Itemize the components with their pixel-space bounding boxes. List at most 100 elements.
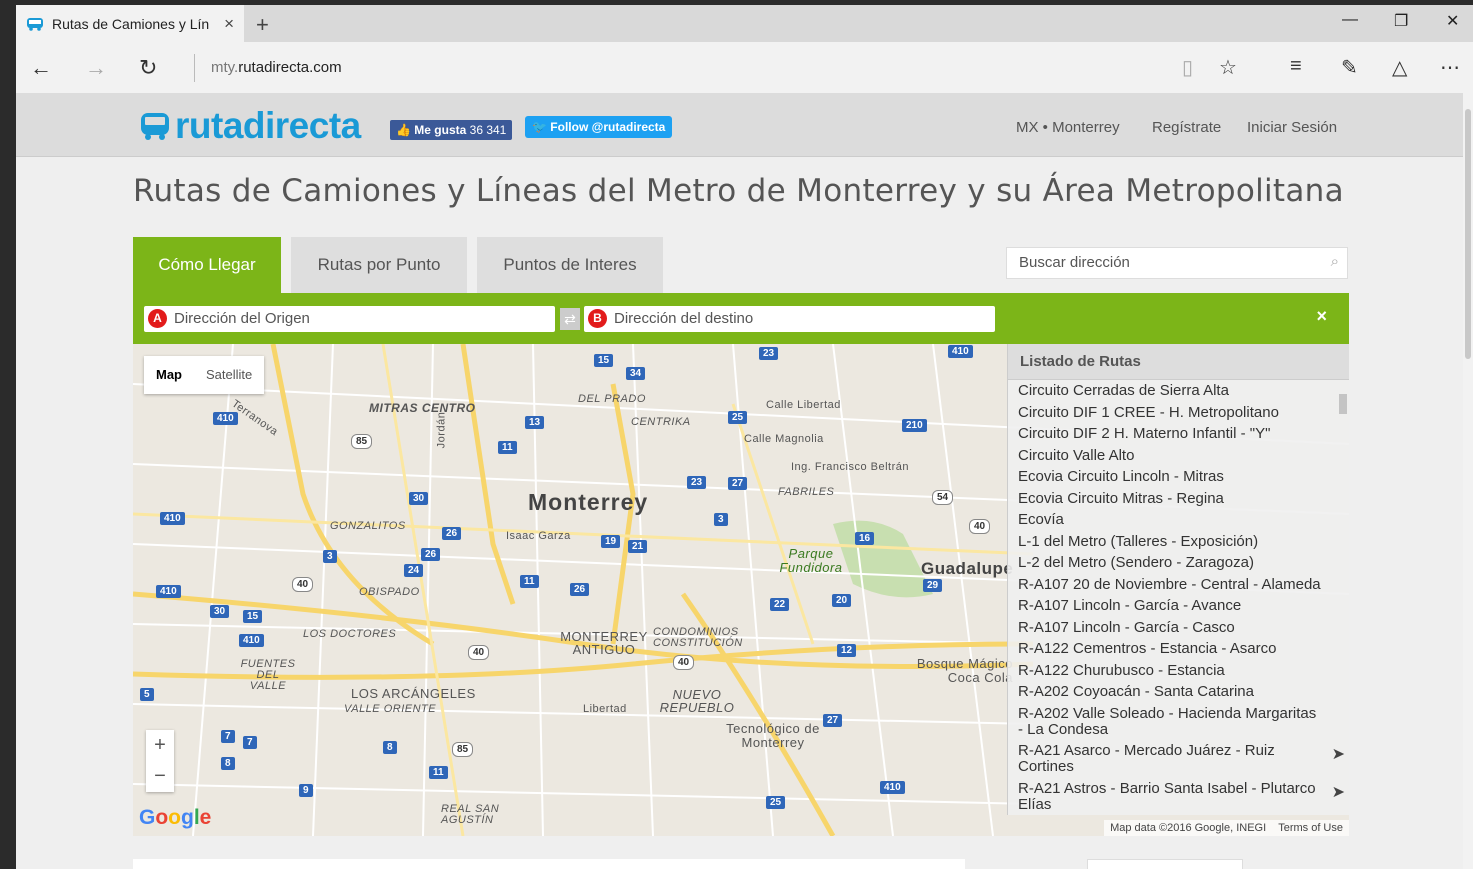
map-label-los-doctores: LOS DOCTORES	[303, 628, 397, 640]
swap-icon[interactable]: ⇄	[560, 308, 580, 330]
route-list-item[interactable]: Ecovia Circuito Mitras - Regina	[1018, 489, 1321, 511]
route-shield: 21	[628, 540, 648, 553]
route-shield: 8	[383, 741, 397, 754]
map-label-bosque-magico: Bosque Mágico Coca Cola	[916, 656, 1013, 685]
route-shield: 19	[601, 535, 621, 548]
close-window-button[interactable]: ✕	[1446, 11, 1459, 31]
tab-rutas-por-punto[interactable]: Rutas por Punto	[291, 237, 467, 293]
search-icon[interactable]: ⌕	[1331, 253, 1339, 270]
route-list-item[interactable]: L-2 del Metro (Sendero - Zaragoza)	[1018, 553, 1321, 575]
route-name: Ecovia Circuito Lincoln - Mitras	[1018, 468, 1224, 485]
route-list-item[interactable]: Circuito Valle Alto	[1018, 446, 1321, 468]
route-list-item[interactable]: Ecovia Circuito Lincoln - Mitras	[1018, 467, 1321, 489]
zoom-in-button[interactable]: +	[146, 730, 174, 761]
origin-input[interactable]: A Dirección del Origen	[144, 306, 555, 332]
register-link[interactable]: Regístrate	[1152, 119, 1221, 136]
back-arrow-icon[interactable]: ←	[30, 55, 52, 81]
minimize-button[interactable]: —	[1342, 11, 1358, 29]
site-logo[interactable]: rutadirecta	[139, 105, 361, 147]
twitter-follow-button[interactable]: 🐦 Follow @rutadirecta	[525, 116, 673, 138]
twitter-label: Follow @rutadirecta	[550, 120, 666, 134]
map-type-satellite[interactable]: Satellite	[194, 356, 264, 394]
url-domain: rutadirecta.com	[238, 59, 342, 76]
route-shield: 11	[498, 441, 517, 454]
more-icon[interactable]: ⋯	[1440, 55, 1460, 80]
route-name: Ecovía	[1018, 511, 1064, 528]
browser-tab[interactable]: Rutas de Camiones y Lín ×	[16, 5, 244, 42]
bus-logo-icon	[141, 113, 169, 140]
address-bar: ← → ↻ mty.rutadirecta.com ▯ ☆ ≡ ✎ △ ⋯	[16, 42, 1473, 92]
route-list-item[interactable]: Circuito DIF 2 H. Materno Infantil - "Y"	[1018, 424, 1321, 446]
routes-scrollbar[interactable]	[1337, 382, 1347, 812]
tab-puntos-de-interes[interactable]: Puntos de Interes	[477, 237, 663, 293]
route-shield: 7	[221, 730, 235, 743]
facebook-like-button[interactable]: 👍 Me gusta 36 341	[390, 120, 513, 140]
destination-input[interactable]: B Dirección del destino	[584, 306, 995, 332]
route-shield: 23	[687, 476, 707, 489]
route-shield: 410	[948, 345, 973, 358]
route-list-item[interactable]: Ecovía	[1018, 510, 1321, 532]
route-list-item[interactable]: R-A107 Lincoln - García - Avance	[1018, 596, 1321, 618]
route-shield: 30	[409, 492, 429, 505]
zoom-out-button[interactable]: −	[146, 761, 174, 792]
terms-link[interactable]: Terms of Use	[1278, 822, 1343, 834]
route-list-item[interactable]: R-A122 Churubusco - Estancia	[1018, 661, 1321, 683]
region-link[interactable]: MX • Monterrey	[1016, 119, 1120, 136]
route-shield: 27	[728, 477, 748, 490]
map-label-guadalupe: Guadalupe	[921, 559, 1014, 578]
page-scrollbar[interactable]	[1463, 93, 1473, 869]
route-shield: 40	[468, 645, 490, 660]
share-icon[interactable]: △	[1392, 55, 1407, 80]
login-link[interactable]: Iniciar Sesión	[1247, 119, 1337, 136]
routes-panel: Listado de Rutas Circuito Cerradas de Si…	[1007, 344, 1349, 815]
route-shield: 30	[210, 605, 230, 618]
route-list-item[interactable]: R-A21 Astros - Barrio Santa Isabel - Plu…	[1018, 779, 1345, 817]
ad-banner[interactable]	[133, 859, 965, 869]
map-label-isaac-garza: Isaac Garza	[506, 530, 571, 542]
forward-arrow-icon[interactable]: →	[85, 55, 107, 81]
route-shield: 26	[421, 548, 441, 561]
route-list-item[interactable]: L-1 del Metro (Talleres - Exposición)	[1018, 532, 1321, 554]
route-list-item[interactable]: R-A202 Valle Soleado - Hacienda Margarit…	[1018, 704, 1321, 742]
route-name: R-A21 Asarco - Mercado Juárez - Ruiz Cor…	[1018, 742, 1275, 775]
logo-text: rutadirecta	[175, 105, 361, 146]
route-list-item[interactable]: Circuito DIF 1 CREE - H. Metropolitano	[1018, 403, 1321, 425]
page-scroll-thumb[interactable]	[1465, 109, 1471, 359]
route-shield: 25	[728, 411, 748, 424]
route-shield: 25	[766, 796, 786, 809]
route-shield: 15	[243, 610, 263, 623]
hub-icon[interactable]: ≡	[1290, 55, 1302, 78]
map-view[interactable]: Map Satellite Monterrey MITRAS CENTRO DE…	[133, 344, 1349, 836]
route-list-item[interactable]: R-A21 Asarco - Mercado Juárez - Ruiz Cor…	[1018, 741, 1345, 779]
map-type-map[interactable]: Map	[144, 356, 194, 394]
web-note-icon[interactable]: ✎	[1341, 55, 1358, 80]
route-shield: 410	[880, 781, 905, 794]
destination-pin-icon: B	[588, 309, 607, 328]
restore-button[interactable]: ❐	[1394, 11, 1408, 31]
refresh-icon[interactable]: ↻	[139, 55, 157, 81]
new-tab-button[interactable]: +	[256, 12, 269, 38]
map-label-jordan: Jordán	[435, 411, 448, 449]
route-shield: 410	[213, 412, 238, 425]
address-search-input[interactable]: Buscar dirección ⌕	[1006, 247, 1348, 279]
route-list-item[interactable]: R-A107 20 de Noviembre - Central - Alame…	[1018, 575, 1321, 597]
route-shield: 410	[239, 634, 264, 647]
route-list-item[interactable]: R-A122 Cementros - Estancia - Asarco	[1018, 639, 1321, 661]
url-field[interactable]: mty.rutadirecta.com	[211, 59, 342, 76]
fb-label: Me gusta	[414, 123, 467, 137]
reading-view-icon[interactable]: ▯	[1182, 55, 1193, 80]
favorite-star-icon[interactable]: ☆	[1219, 55, 1237, 80]
tab-close-icon[interactable]: ×	[224, 14, 234, 34]
route-list-item[interactable]: R-A107 Lincoln - García - Casco	[1018, 618, 1321, 640]
tab-como-llegar[interactable]: Cómo Llegar	[133, 237, 281, 293]
route-name: L-1 del Metro (Talleres - Exposición)	[1018, 532, 1259, 550]
close-directions-icon[interactable]: ×	[1316, 306, 1327, 327]
map-label-del-prado: DEL PRADO	[578, 393, 646, 405]
route-list-item[interactable]: Circuito Cerradas de Sierra Alta	[1018, 381, 1321, 403]
routes-scroll-thumb[interactable]	[1339, 394, 1347, 414]
route-list-item[interactable]: R-A202 Coyoacán - Santa Catarina	[1018, 682, 1321, 704]
ad-box[interactable]	[1087, 859, 1243, 869]
map-label-nuevo-repueblo: NUEVO REPUEBLO	[659, 687, 735, 715]
routes-heading: Listado de Rutas	[1008, 344, 1349, 380]
route-shield: 3	[323, 550, 337, 563]
